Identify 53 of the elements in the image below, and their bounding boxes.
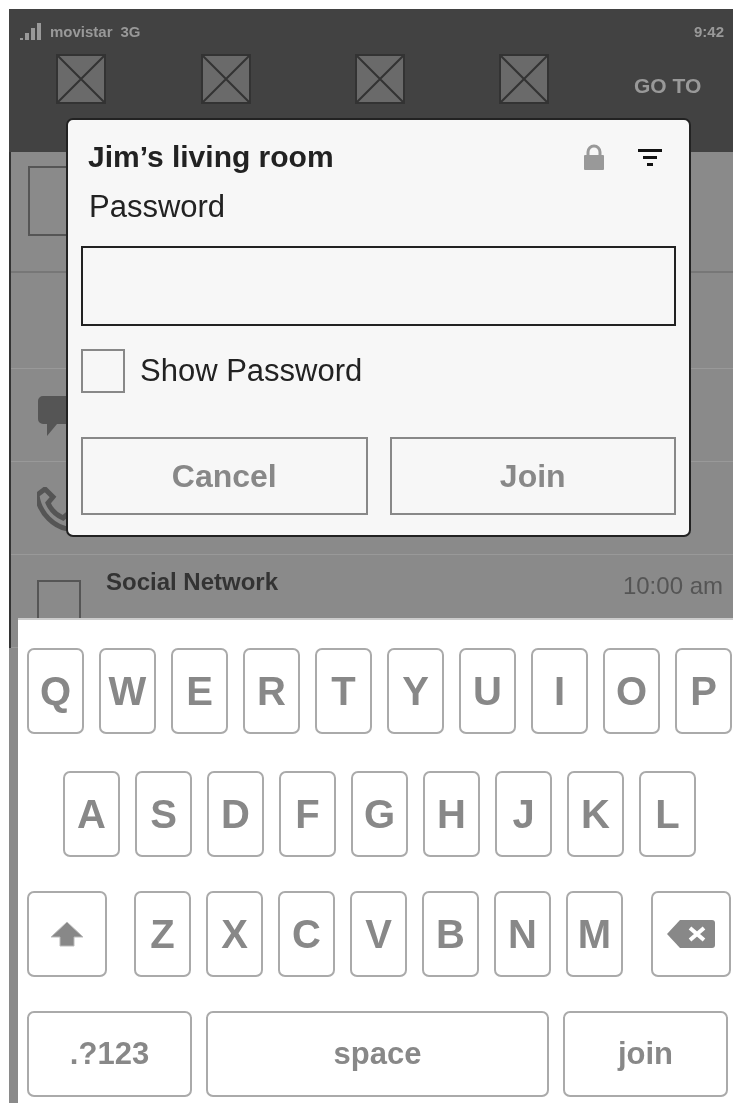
key[interactable]: N <box>494 891 551 977</box>
key[interactable]: U <box>459 648 516 734</box>
symbols-key[interactable]: .?123 <box>27 1011 192 1097</box>
key[interactable]: J <box>495 771 552 857</box>
key[interactable]: M <box>566 891 623 977</box>
image-placeholder-icon <box>355 54 405 104</box>
key[interactable]: Q <box>27 648 84 734</box>
show-password-label: Show Password <box>140 353 363 389</box>
filter-icon <box>638 148 662 166</box>
shift-key[interactable] <box>27 891 107 977</box>
join-button[interactable]: Join <box>389 437 676 515</box>
key[interactable]: G <box>351 771 408 857</box>
key[interactable]: F <box>279 771 336 857</box>
key[interactable]: C <box>278 891 335 977</box>
key[interactable]: X <box>206 891 263 977</box>
up-arrow-icon <box>50 921 84 947</box>
key[interactable]: E <box>171 648 228 734</box>
cancel-button[interactable]: Cancel <box>81 437 368 515</box>
lock-icon <box>583 144 605 170</box>
settings-link[interactable]: GO TO <box>634 74 702 98</box>
key[interactable]: Y <box>387 648 444 734</box>
key[interactable]: V <box>350 891 407 977</box>
key[interactable]: S <box>135 771 192 857</box>
notification-title: Social Network <box>106 568 279 596</box>
image-placeholder-icon <box>499 54 549 104</box>
join-key[interactable]: join <box>563 1011 728 1097</box>
chat-bubble-icon <box>37 394 66 438</box>
show-password-checkbox[interactable] <box>81 349 125 393</box>
password-label: Password <box>88 190 227 226</box>
key[interactable]: O <box>603 648 660 734</box>
key[interactable]: L <box>639 771 696 857</box>
key[interactable]: B <box>422 891 479 977</box>
signal-icon <box>20 22 42 41</box>
key[interactable]: W <box>99 648 156 734</box>
backspace-icon <box>666 919 716 949</box>
image-placeholder-icon <box>201 54 251 104</box>
key[interactable]: T <box>315 648 372 734</box>
image-placeholder-icon <box>56 54 106 104</box>
network-name: Jim’s living room <box>87 140 334 174</box>
space-key[interactable]: space <box>206 1011 549 1097</box>
password-field[interactable] <box>81 246 676 326</box>
carrier-name: movistar <box>50 23 113 40</box>
key[interactable]: Z <box>134 891 191 977</box>
backspace-key[interactable] <box>651 891 731 977</box>
network-type: 3G <box>120 23 141 40</box>
key[interactable]: K <box>567 771 624 857</box>
key[interactable]: P <box>675 648 732 734</box>
key[interactable]: I <box>531 648 588 734</box>
key[interactable]: H <box>423 771 480 857</box>
key[interactable]: R <box>243 648 300 734</box>
clock: 9:42 <box>693 23 724 40</box>
key[interactable]: A <box>63 771 120 857</box>
key[interactable]: D <box>207 771 264 857</box>
